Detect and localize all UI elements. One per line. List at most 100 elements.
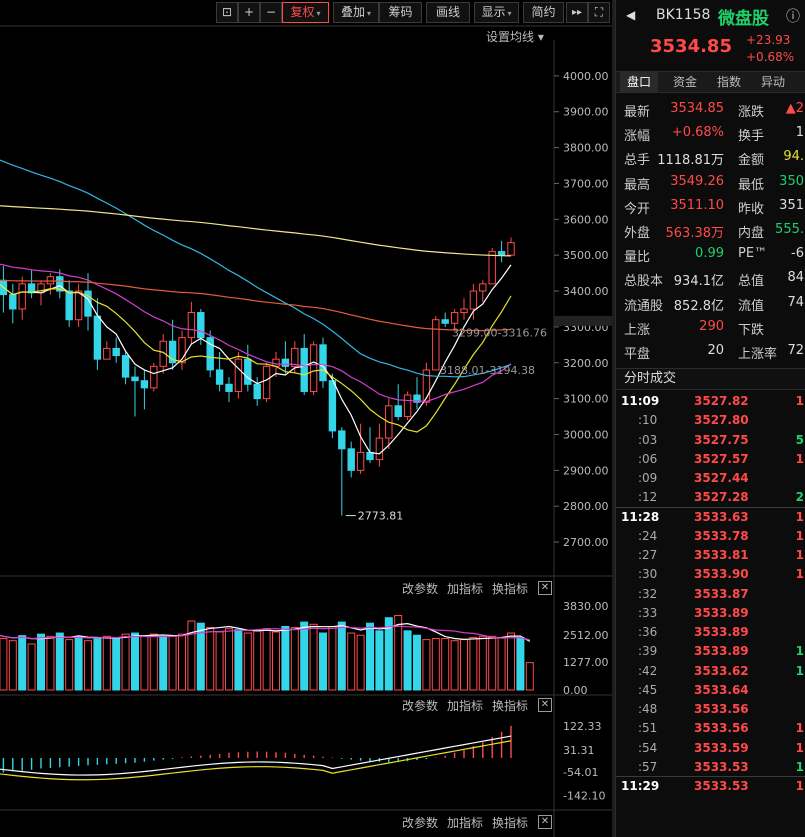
ticks-title: 分时成交 [616, 368, 805, 390]
switch-indicator-button[interactable]: 换指标 [492, 580, 528, 597]
volume-bar [65, 639, 74, 691]
stat-label: 今开 [624, 201, 651, 217]
volume-bar [46, 635, 55, 691]
tick-time: :39 [638, 644, 658, 659]
tick-price: 3533.87 [694, 586, 749, 601]
tab-index[interactable]: 指数 [710, 72, 748, 93]
y-tick-label: 3200.00 [563, 357, 609, 370]
change-params-button[interactable]: 改参数 [402, 580, 438, 597]
tick-price: 3527.44 [694, 471, 749, 485]
stat-value: 1118.81万 [657, 153, 724, 169]
volume-bar [149, 633, 158, 691]
volume-bar [8, 640, 17, 691]
tick-time: :06 [638, 451, 658, 466]
stat-label: 流通股 [624, 298, 664, 314]
volume-bar [469, 636, 478, 691]
close-icon[interactable]: ✕ [538, 698, 552, 712]
stat-label: 总股本 [624, 274, 664, 290]
candle-body [93, 315, 102, 360]
switch-indicator-button[interactable]: 换指标 [492, 697, 528, 714]
stat-value-2: 94. [783, 149, 804, 165]
stat-value: 3534.85 [670, 101, 724, 116]
tick-row: :30 3533.90 1 [616, 566, 805, 586]
tick-time: :45 [638, 682, 658, 697]
stat-label-2: 总值 [738, 274, 765, 290]
stat-value-2: -6 [791, 246, 804, 262]
candle-body [253, 383, 261, 400]
candle-body [103, 347, 111, 360]
candle-body [403, 394, 412, 418]
info-icon[interactable]: ⓘ [786, 6, 800, 26]
tab-funds[interactable]: 资金 [666, 72, 704, 93]
tick-volume: 5 [795, 432, 804, 447]
volume-bar [225, 628, 233, 691]
stat-label: 最新 [624, 105, 651, 120]
tick-row: :54 3533.59 1 [616, 740, 805, 760]
volume-bar [450, 640, 459, 691]
volume-tick-label: 3830.00 [563, 600, 609, 613]
change-params-button[interactable]: 改参数 [402, 814, 438, 831]
tick-price: 3533.81 [694, 548, 749, 562]
stat-row: 涨幅 +0.68% 换手 1 [616, 123, 805, 146]
stat-label-2: 流值 [738, 298, 765, 314]
stock-name: 微盘股 [718, 9, 769, 29]
candle-body [441, 319, 449, 324]
tick-row: :10 3527.80 [616, 412, 805, 432]
volume-bar [272, 631, 280, 691]
candle-body [281, 358, 290, 367]
stat-label: 涨幅 [624, 129, 651, 145]
candle-body [356, 451, 365, 471]
volume-bar [121, 633, 130, 691]
tick-time: :03 [638, 432, 658, 447]
volume-tick-label: 2512.00 [563, 629, 609, 642]
volume-bar [0, 638, 8, 691]
tick-price: 3533.59 [694, 740, 749, 755]
volume-bar [525, 662, 534, 691]
stat-row: 最高 3549.26 最低 350 [616, 172, 805, 195]
candle-body [507, 242, 515, 256]
tick-time: :30 [638, 567, 658, 582]
tick-time: :54 [638, 740, 658, 755]
change-params-button[interactable]: 改参数 [402, 697, 438, 714]
volume-bar [347, 632, 356, 691]
tick-row: 11:28 3533.63 1 [616, 509, 805, 529]
stat-value: +0.68% [671, 125, 724, 141]
add-indicator-button[interactable]: 加指标 [447, 697, 483, 714]
tick-row: :42 3533.62 1 [616, 663, 805, 683]
volume-tick-label: 0.00 [563, 684, 588, 697]
tick-row: 11:29 3533.53 1 [616, 778, 805, 798]
stat-label: 量比 [624, 250, 651, 266]
tick-row: :48 3533.56 [616, 701, 805, 721]
add-indicator-button[interactable]: 加指标 [447, 814, 483, 831]
volume-bar [516, 636, 525, 691]
candle-body [262, 365, 271, 400]
candle-body [112, 347, 120, 357]
switch-indicator-button[interactable]: 换指标 [492, 814, 528, 831]
stat-label-2: 换手 [738, 129, 765, 145]
candle-body [309, 344, 318, 392]
close-icon[interactable]: ✕ [538, 581, 552, 595]
chart-area[interactable]: ⊡ + − 复权 ▾ 叠加 ▾ 筹码 画线 显示 ▾ 简约 ▸▸ ⛶ 设置均线 ▾ 4… [0, 0, 612, 837]
stat-row: 总股本 934.1亿 总值 84 [616, 268, 805, 291]
add-indicator-button[interactable]: 加指标 [447, 580, 483, 597]
close-icon[interactable]: ✕ [538, 815, 552, 829]
tab-anomaly[interactable]: 异动 [754, 72, 792, 93]
stat-value: 852.8亿 [673, 298, 724, 314]
volume-bar [215, 631, 224, 691]
price-change-pct: +0.68% [746, 50, 795, 64]
tick-price: 3527.75 [694, 432, 749, 447]
candle-body [375, 437, 384, 461]
tab-pankou[interactable]: 盘口 [620, 72, 658, 93]
tick-time: :27 [638, 548, 658, 562]
candle-body [394, 405, 402, 418]
volume-bar [375, 630, 384, 691]
volume-bar [84, 640, 92, 691]
volume-bar [356, 634, 365, 691]
tick-volume: 1 [795, 740, 804, 755]
back-arrow-icon[interactable]: ◀ [626, 8, 635, 22]
candle-body [131, 376, 139, 382]
tick-row: :33 3533.89 [616, 605, 805, 625]
stat-label-2: 涨跌 [738, 105, 765, 120]
tick-divider [616, 506, 805, 508]
candle-body [234, 358, 243, 392]
